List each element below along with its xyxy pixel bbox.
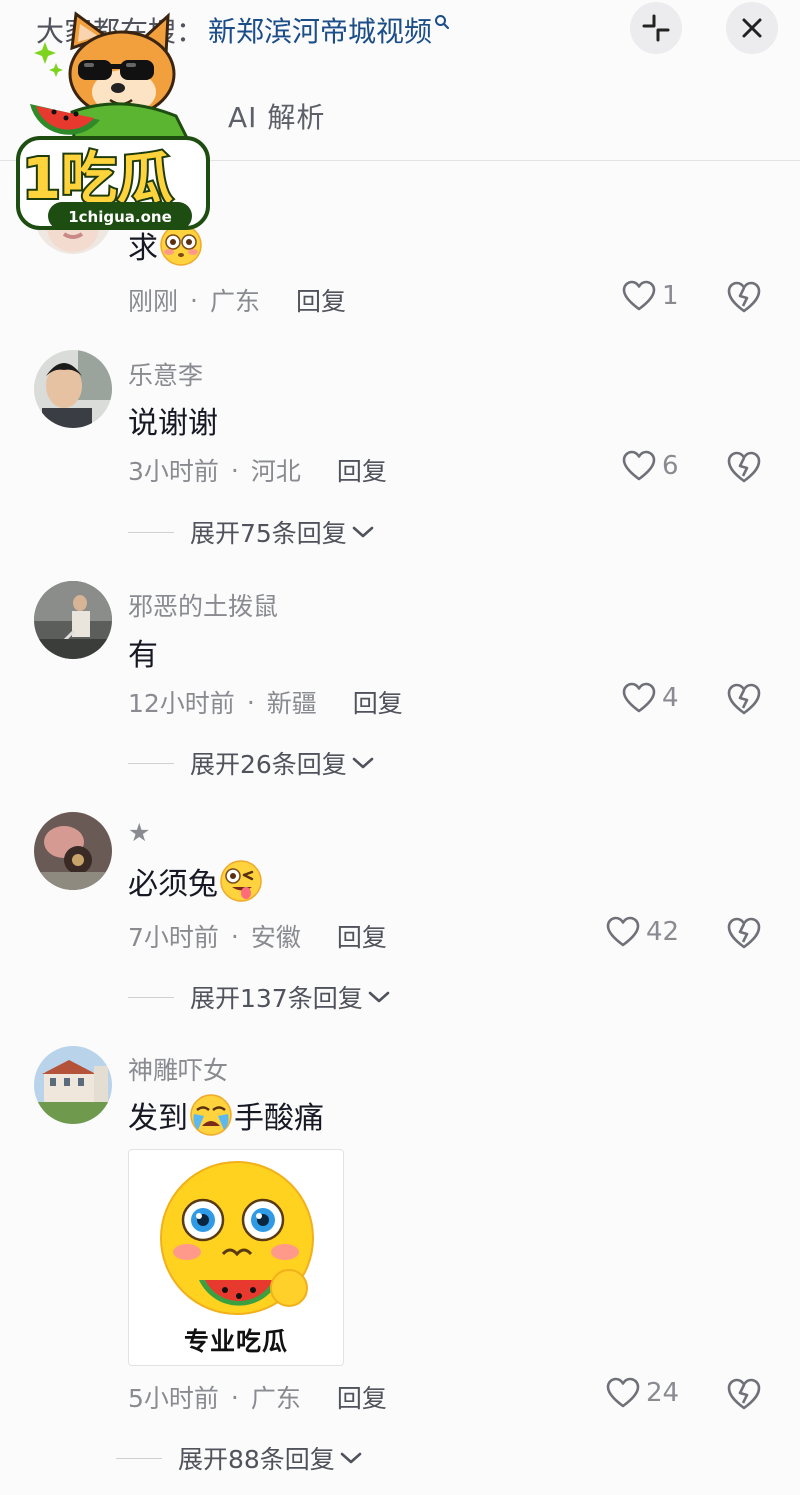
comment-text: 必须兔 (128, 858, 264, 904)
broken-heart-icon (727, 281, 761, 313)
expand-replies-label: 展开137条回复 (190, 984, 363, 1013)
chevron-down-icon (351, 755, 375, 771)
heart-icon (606, 916, 640, 947)
divider-line (116, 1457, 162, 1459)
comment-username[interactable]: ★ (128, 818, 150, 847)
1chigua-watermark-logo: 1吃瓜 1chigua.one (14, 8, 210, 234)
like-button[interactable]: 4 (622, 682, 679, 714)
comment-meta: 12小时前 · 新疆 回复 (128, 684, 403, 720)
broken-heart-icon (727, 683, 761, 715)
expand-replies-button[interactable]: 展开88条回复 (116, 1440, 363, 1476)
comment-location: 广东 (250, 1384, 301, 1413)
comment-time: 7小时前 (128, 923, 219, 952)
comment-text: 发到 手酸痛 (128, 1092, 324, 1138)
heart-icon (622, 450, 656, 481)
reply-button[interactable]: 回复 (337, 918, 387, 954)
comment-text: 有 (128, 638, 158, 673)
close-button[interactable] (726, 2, 778, 54)
expand-replies-button[interactable]: 展开75条回复 (128, 514, 375, 550)
meta-separator: · (246, 687, 255, 717)
meta-separator: · (230, 921, 239, 951)
comment-time: 5小时前 (128, 1384, 219, 1413)
expand-replies-button[interactable]: 展开137条回复 (128, 979, 391, 1015)
dislike-button[interactable] (726, 450, 762, 488)
chevron-down-icon (339, 1450, 363, 1466)
comment-time: 刚刚 (128, 287, 179, 316)
meta-separator: · (230, 1382, 239, 1412)
like-button[interactable]: 6 (622, 450, 679, 482)
comment-text-before: 发到 (128, 1101, 188, 1136)
comment-text: 说谢谢 (128, 406, 218, 441)
reply-button[interactable]: 回复 (337, 452, 387, 488)
comment-text-content: 必须兔 (128, 867, 218, 902)
chevron-down-icon (367, 989, 391, 1005)
meta-separator: · (190, 285, 198, 315)
comment-username[interactable]: 邪恶的土拨鼠 (128, 587, 278, 623)
avatar[interactable] (34, 581, 112, 659)
dislike-button[interactable] (726, 916, 762, 954)
divider-line (128, 762, 174, 764)
comment-location: 河北 (250, 457, 301, 486)
broken-heart-icon (727, 1378, 761, 1410)
heart-icon (606, 1377, 640, 1408)
watermark-site-text: 1chigua.one (68, 208, 172, 226)
comment-location: 广东 (209, 287, 260, 316)
comment-page: 大家都在搜： 新郑滨河帝城视频 AI 解析 (0, 0, 800, 1495)
meta-separator: · (230, 455, 239, 485)
comment-location: 安徽 (250, 923, 301, 952)
reply-button[interactable]: 回复 (296, 282, 346, 318)
comment-text-after: 手酸痛 (234, 1101, 324, 1136)
reply-button[interactable]: 回复 (353, 684, 403, 720)
minimize-button[interactable] (630, 2, 682, 54)
chevron-down-icon (351, 524, 375, 540)
heart-icon (622, 682, 656, 713)
heart-icon (622, 280, 656, 311)
like-count: 1 (662, 281, 679, 311)
minimize-icon (642, 14, 670, 42)
expand-replies-label: 展开75条回复 (190, 519, 347, 548)
crying-face-emoji (188, 1092, 234, 1138)
watermelon-eating-emoji (160, 1161, 314, 1315)
comment-time: 3小时前 (128, 457, 219, 486)
like-count: 24 (646, 1378, 680, 1408)
comment-meta: 刚刚 · 广东 回复 (128, 282, 346, 318)
expand-replies-button[interactable]: 展开26条回复 (128, 745, 375, 781)
divider-line (128, 531, 174, 533)
search-suggestion-term[interactable]: 新郑滨河帝城视频 (208, 10, 432, 50)
ai-analysis-tab[interactable]: AI 解析 (228, 96, 325, 136)
sticker-image[interactable]: 专业吃瓜 (128, 1149, 344, 1366)
like-count: 4 (662, 683, 679, 713)
like-count: 6 (662, 451, 679, 481)
like-button[interactable]: 24 (606, 1377, 679, 1409)
dislike-button[interactable] (726, 682, 762, 720)
dislike-button[interactable] (726, 1377, 762, 1415)
comment-username[interactable]: 乐意李 (128, 356, 203, 392)
expand-replies-label: 展开88条回复 (178, 1445, 335, 1474)
broken-heart-icon (727, 917, 761, 949)
winking-tongue-face-emoji (218, 858, 264, 904)
comment-meta: 3小时前 · 河北 回复 (128, 452, 387, 488)
comment-meta: 7小时前 · 安徽 回复 (128, 918, 387, 954)
like-button[interactable]: 42 (606, 916, 679, 948)
search-icon (434, 14, 450, 46)
close-icon (742, 18, 762, 38)
expand-replies-label: 展开26条回复 (190, 750, 347, 779)
broken-heart-icon (727, 451, 761, 483)
comment-time: 12小时前 (128, 689, 235, 718)
comment-location: 新疆 (266, 689, 317, 718)
comment-meta: 5小时前 · 广东 回复 (128, 1379, 387, 1415)
like-button[interactable]: 1 (622, 280, 679, 312)
divider-line (128, 996, 174, 998)
avatar[interactable] (34, 1046, 112, 1124)
like-count: 42 (646, 917, 680, 947)
avatar[interactable] (34, 350, 112, 428)
avatar[interactable] (34, 812, 112, 890)
comment-username[interactable]: 神雕吓女 (128, 1051, 228, 1087)
reply-button[interactable]: 回复 (337, 1379, 387, 1415)
dislike-button[interactable] (726, 280, 762, 318)
sticker-caption: 专业吃瓜 (183, 1327, 288, 1356)
